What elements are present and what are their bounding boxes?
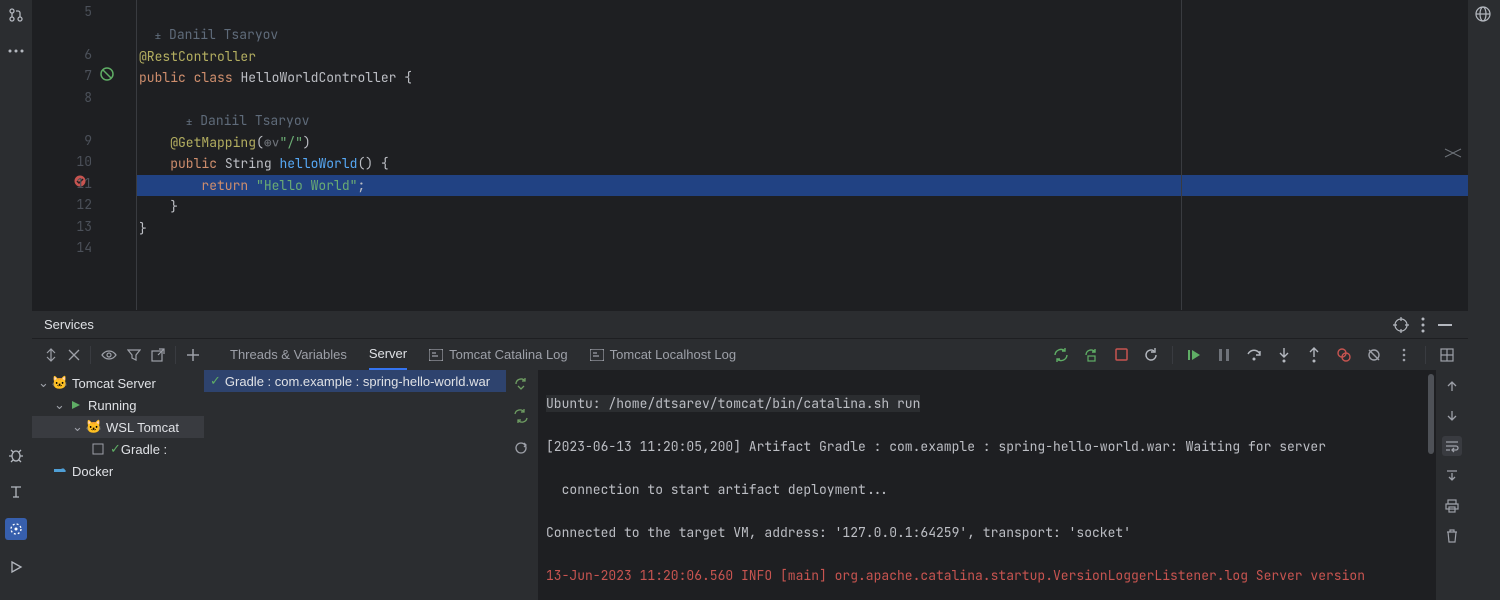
line-number: 7	[84, 67, 92, 84]
services-tool-icon[interactable]	[5, 518, 27, 540]
step-over-icon[interactable]	[1245, 346, 1263, 364]
artifact-row[interactable]: ✓Gradle : com.example : spring-hello-wor…	[204, 370, 506, 392]
inspection-icon[interactable]	[100, 67, 114, 81]
artifact-icon	[90, 443, 106, 455]
scroll-to-end-icon[interactable]	[1442, 466, 1462, 486]
console-area: Ubuntu: /home/dtsarev/tomcat/bin/catalin…	[506, 370, 1468, 600]
line-number: 13	[76, 218, 92, 235]
left-tool-strip	[0, 0, 32, 600]
scroll-down-icon[interactable]	[1442, 406, 1462, 426]
tree-wsl-tomcat[interactable]: ⌄🐱WSL Tomcat	[32, 416, 204, 438]
show-icon[interactable]	[101, 350, 117, 360]
step-out-icon[interactable]	[1305, 346, 1323, 364]
line-number: 8	[84, 89, 92, 106]
close-icon[interactable]	[68, 349, 80, 361]
console-output[interactable]: Ubuntu: /home/dtsarev/tomcat/bin/catalin…	[538, 370, 1426, 600]
filter-icon[interactable]	[127, 348, 141, 362]
play-icon	[68, 400, 84, 410]
main-area: 5 6 7 8 9 10 11 12 13 14 ± Daniil Tsaryo…	[32, 0, 1468, 600]
text-icon[interactable]	[7, 482, 25, 500]
services-tree[interactable]: ⌄🐱Tomcat Server ⌄Running ⌄🐱WSL Tomcat ✓ …	[32, 370, 204, 600]
line-number: 6	[84, 46, 92, 63]
resume-icon[interactable]	[1185, 346, 1203, 364]
trash-icon[interactable]	[1442, 526, 1462, 546]
more-horizontal-icon[interactable]	[7, 42, 25, 60]
line-number: 9	[84, 132, 92, 149]
console-left-tools	[506, 370, 538, 600]
line-number: 5	[84, 3, 92, 20]
log-icon	[429, 349, 443, 361]
artifact-column: ✓Gradle : com.example : spring-hello-wor…	[204, 370, 506, 600]
author-hint: Daniil Tsaryov	[200, 112, 309, 129]
author-hint: Daniil Tsaryov	[169, 26, 278, 43]
tomcat-icon: 🐱	[86, 419, 102, 435]
redeploy-icon[interactable]	[1082, 346, 1100, 364]
breakpoints-icon[interactable]	[1335, 346, 1353, 364]
console-scrollbar[interactable]	[1426, 370, 1436, 600]
tomcat-icon: 🐱	[52, 375, 68, 391]
pause-icon[interactable]	[1215, 346, 1233, 364]
step-into-icon[interactable]	[1275, 346, 1293, 364]
tab-localhost[interactable]: Tomcat Localhost Log	[590, 339, 736, 370]
console-right-tools	[1436, 370, 1468, 600]
line-number: 10	[76, 153, 92, 170]
print-icon[interactable]	[1442, 496, 1462, 516]
services-header: Services	[32, 310, 1468, 338]
run-controls	[1052, 346, 1468, 364]
log-icon	[590, 349, 604, 361]
right-tool-strip	[1468, 0, 1500, 600]
deploy-icon[interactable]	[513, 376, 531, 394]
open-icon[interactable]	[151, 348, 165, 362]
line-number: 11	[76, 175, 92, 192]
update-icon[interactable]	[1052, 346, 1070, 364]
debug-icon[interactable]	[7, 446, 25, 464]
scroll-up-icon[interactable]	[1442, 376, 1462, 396]
stop-icon[interactable]	[1112, 346, 1130, 364]
more-vertical-icon[interactable]	[1395, 346, 1413, 364]
expand-collapse-icon[interactable]	[44, 348, 58, 362]
run-tool-icon[interactable]	[7, 558, 25, 576]
annotation: @RestController	[139, 48, 256, 65]
sync-icon[interactable]	[513, 440, 531, 458]
tab-server[interactable]: Server	[369, 339, 407, 370]
line-number: 14	[76, 239, 92, 256]
line-number: 12	[76, 196, 92, 213]
redeploy-all-icon[interactable]	[513, 408, 531, 426]
restart-icon[interactable]	[1142, 346, 1160, 364]
checkmark-icon: ✓	[210, 373, 221, 389]
target-icon[interactable]	[1390, 314, 1412, 336]
editor-gutter[interactable]: 5 6 7 8 9 10 11 12 13 14	[32, 0, 137, 310]
services-body: ⌄🐱Tomcat Server ⌄Running ⌄🐱WSL Tomcat ✓ …	[32, 370, 1468, 600]
tab-threads[interactable]: Threads & Variables	[230, 339, 347, 370]
code-content[interactable]: ± Daniil Tsaryov @RestController public …	[137, 0, 1468, 310]
more-vertical-icon[interactable]	[1412, 314, 1434, 336]
services-tabs: Threads & Variables Server Tomcat Catali…	[32, 338, 1468, 370]
minimize-icon[interactable]	[1434, 314, 1456, 336]
mute-breakpoints-icon[interactable]	[1365, 346, 1383, 364]
services-title: Services	[44, 317, 94, 332]
add-icon[interactable]	[186, 348, 200, 362]
docker-icon	[52, 466, 68, 476]
layout-icon[interactable]	[1438, 346, 1456, 364]
soft-wrap-icon[interactable]	[1442, 436, 1462, 456]
globe-icon[interactable]	[1475, 6, 1493, 24]
pull-requests-icon[interactable]	[7, 6, 25, 24]
tab-catalina[interactable]: Tomcat Catalina Log	[429, 339, 568, 370]
collapse-handle-icon[interactable]	[1444, 148, 1462, 162]
editor-area: 5 6 7 8 9 10 11 12 13 14 ± Daniil Tsaryo…	[32, 0, 1468, 310]
